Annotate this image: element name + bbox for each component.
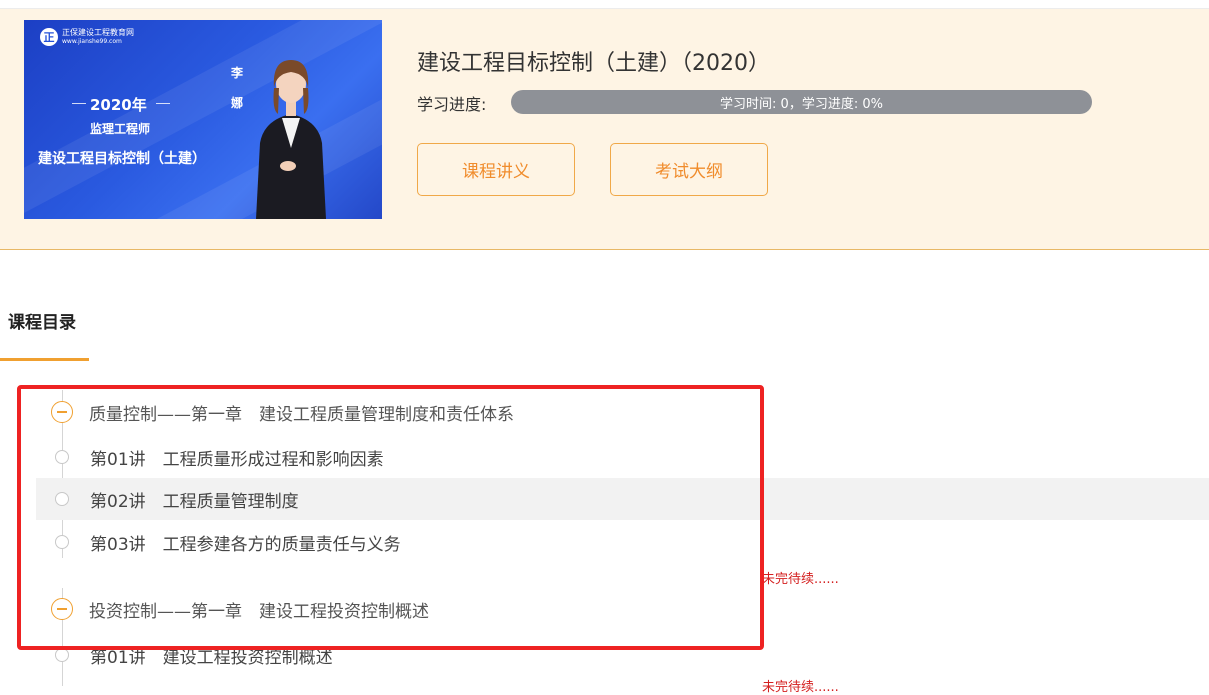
lesson-dot-icon: [55, 450, 69, 464]
lesson-item[interactable]: 第02讲 工程质量管理制度: [36, 478, 1209, 520]
collapse-icon[interactable]: [51, 401, 73, 423]
course-title: 建设工程目标控制（土建）（2020）: [417, 45, 770, 77]
progress-label: 学习进度:: [417, 91, 486, 115]
catalog-title[interactable]: 课程目录: [8, 308, 76, 333]
syllabus-button[interactable]: 考试大纲: [610, 143, 768, 196]
progress-bar: 学习时间: 0，学习进度: 0%: [511, 90, 1092, 114]
collapse-icon[interactable]: [51, 598, 73, 620]
lesson-dot-icon: [55, 492, 69, 506]
logo-text: 正保建设工程教育网: [62, 28, 134, 37]
teacher-photo: [246, 48, 336, 219]
lesson-label: 第01讲 建设工程投资控制概述: [90, 643, 333, 668]
chapter-item[interactable]: 投资控制——第一章 建设工程投资控制概述: [36, 589, 1209, 629]
course-banner-image[interactable]: 正 正保建设工程教育网 www.jianshe99.com 2020年 监理工程…: [24, 20, 382, 219]
lesson-label: 第01讲 工程质量形成过程和影响因素: [90, 445, 384, 470]
course-header: 正 正保建设工程教育网 www.jianshe99.com 2020年 监理工程…: [0, 8, 1209, 250]
lesson-label: 第02讲 工程质量管理制度: [90, 487, 299, 512]
progress-text: 学习时间: 0，学习进度: 0%: [511, 90, 1092, 114]
to-be-continued-note: 未完待续......: [762, 568, 839, 587]
lesson-dot-icon: [55, 648, 69, 662]
lesson-label: 第03讲 工程参建各方的质量责任与义务: [90, 530, 401, 555]
banner-course-name: 建设工程目标控制（土建）: [38, 148, 206, 168]
logo-icon: 正: [40, 28, 58, 46]
chapter-label: 质量控制——第一章 建设工程质量管理制度和责任体系: [89, 400, 514, 425]
lecture-notes-button[interactable]: 课程讲义: [417, 143, 575, 196]
lesson-item[interactable]: 第03讲 工程参建各方的质量责任与义务: [36, 521, 1209, 563]
lesson-item[interactable]: 第01讲 建设工程投资控制概述: [36, 634, 1209, 676]
banner-year: 2020年: [90, 94, 147, 115]
lesson-dot-icon: [55, 535, 69, 549]
lesson-item[interactable]: 第01讲 工程质量形成过程和影响因素: [36, 436, 1209, 478]
chapter-label: 投资控制——第一章 建设工程投资控制概述: [89, 597, 429, 622]
brand-logo: 正 正保建设工程教育网 www.jianshe99.com: [40, 28, 134, 46]
banner-teacher-name: 李娜: [230, 58, 244, 118]
banner-subtitle: 监理工程师: [90, 120, 150, 137]
logo-url: www.jianshe99.com: [62, 37, 134, 46]
catalog-tab-underline: [0, 358, 89, 361]
chapter-item[interactable]: 质量控制——第一章 建设工程质量管理制度和责任体系: [36, 392, 1209, 432]
